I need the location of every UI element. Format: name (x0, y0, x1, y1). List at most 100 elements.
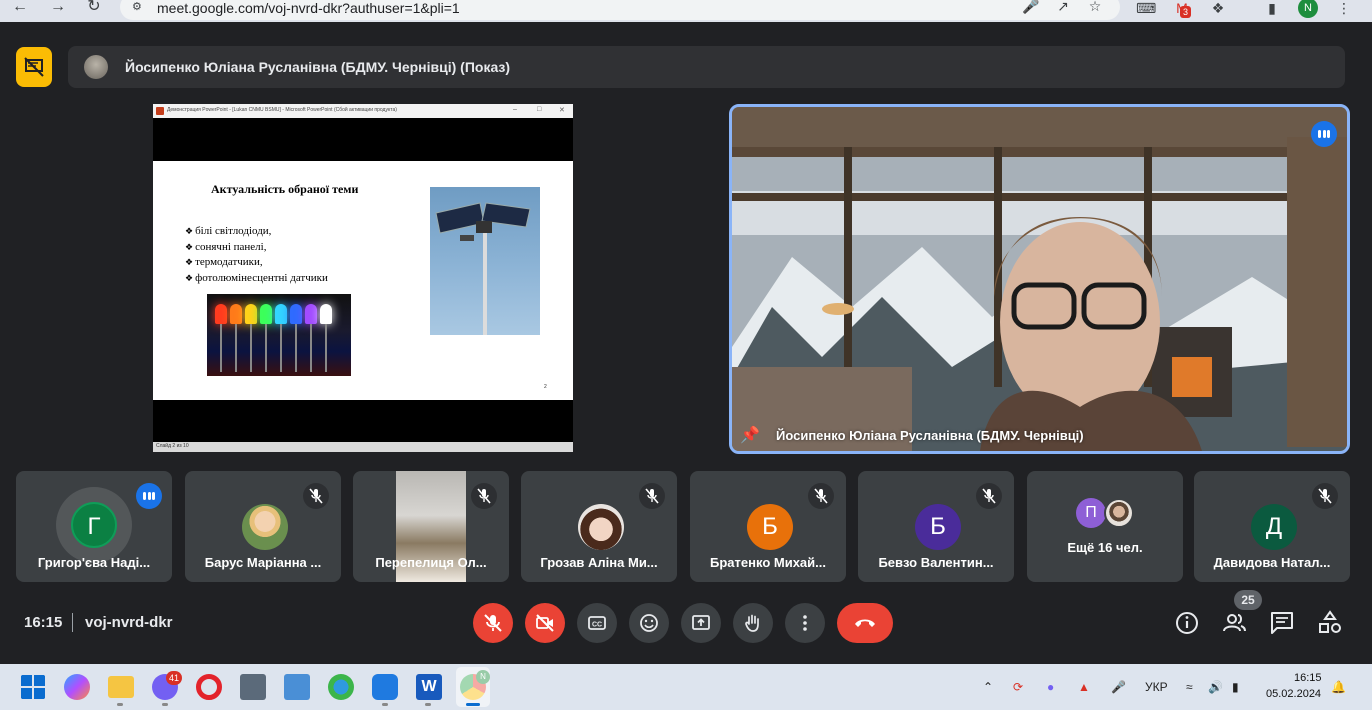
input-language[interactable]: УКР (1145, 680, 1168, 694)
mic-off-icon (982, 488, 996, 504)
meeting-info-icon[interactable] (1174, 610, 1200, 636)
camera-off-icon (536, 614, 554, 632)
calculator-icon[interactable] (240, 674, 266, 700)
participant-avatar: Д (1251, 504, 1297, 550)
back-icon[interactable]: ← (8, 0, 32, 18)
system-time[interactable]: 16:15 (1294, 672, 1322, 684)
opera-icon[interactable] (196, 674, 222, 700)
participant-avatar (578, 504, 624, 550)
participant-name: Грозав Аліна Ми... (540, 555, 658, 570)
sync-icon[interactable]: ⟳ (1013, 680, 1023, 694)
slide-heading: Актуальність обраної теми (211, 182, 359, 196)
participant-tile[interactable]: Г Григор'єва Наді... (16, 471, 172, 582)
address-bar[interactable]: ⚙ meet.google.com/voj-nvrd-dkr?authuser=… (120, 0, 1120, 20)
participant-tile[interactable]: Грозав Аліна Ми... (521, 471, 677, 582)
battery-icon[interactable]: ▮ (1232, 680, 1239, 694)
captions-button[interactable]: CC (577, 603, 617, 643)
present-screen-button[interactable] (681, 603, 721, 643)
mic-off-indicator (303, 483, 329, 509)
running-indicator (162, 703, 168, 706)
participant-tile[interactable]: Перепелиця Ол... (353, 471, 509, 582)
mic-off-icon (1318, 488, 1332, 504)
running-indicator (382, 703, 388, 706)
microphone-toggle-button[interactable] (473, 603, 513, 643)
active-app-highlight (456, 667, 490, 707)
profile-avatar[interactable]: N (1298, 0, 1318, 18)
gmail-badge: 3 (1180, 6, 1192, 18)
more-options-button[interactable] (785, 603, 825, 643)
reload-icon[interactable]: ↻ (82, 0, 106, 18)
speaking-indicator (136, 483, 162, 509)
pointer-app-icon[interactable] (372, 674, 398, 700)
mic-off-icon (477, 488, 491, 504)
mic-off-indicator (808, 483, 834, 509)
svg-text:CC: CC (592, 622, 602, 629)
open-external-icon[interactable]: ↗ (1054, 0, 1072, 16)
control-panel-icon[interactable] (284, 674, 310, 700)
slide-number: 2 (544, 384, 547, 390)
translate-icon[interactable]: ⌨ (1136, 0, 1156, 18)
forward-icon[interactable]: → (46, 0, 70, 18)
running-indicator (466, 703, 480, 706)
file-explorer-icon[interactable] (108, 676, 134, 698)
participant-avatar: Б (915, 504, 961, 550)
participant-tile[interactable]: Б Бевзо Валентин... (858, 471, 1014, 582)
extensions-icon[interactable]: ❖ (1208, 0, 1228, 18)
participant-name: Григор'єва Наді... (37, 555, 151, 570)
slide-content: Актуальність обраної теми білі світлодіо… (153, 161, 573, 400)
speaker-video (732, 107, 1347, 451)
chat-icon[interactable] (1269, 610, 1295, 636)
running-indicator (117, 703, 123, 706)
bullet-item: сонячні панелі, (185, 240, 328, 256)
speaker-video-tile[interactable]: 📌 Йосипенко Юліана Русланівна (БДМУ. Чер… (729, 104, 1350, 454)
raise-hand-button[interactable] (733, 603, 773, 643)
system-date[interactable]: 05.02.2024 (1266, 688, 1321, 700)
powerpoint-titlebar: Демонстрация PowerPoint - [Lukan CNMU BS… (153, 104, 573, 118)
powerpoint-statusbar: Слайд 2 из 10 (153, 442, 573, 452)
sidebar-icon[interactable]: ▮ (1262, 0, 1282, 18)
slide-bullets: білі світлодіоди, сонячні панелі, термод… (185, 224, 328, 286)
viber-tray-icon[interactable]: ● (1047, 680, 1054, 694)
participant-avatar (242, 504, 288, 550)
browser-globe-icon[interactable] (328, 674, 354, 700)
mic-off-icon (645, 488, 659, 504)
slide-status: Слайд 2 из 10 (156, 443, 189, 449)
microphone-icon[interactable]: 🎤 (1022, 0, 1040, 16)
leave-call-button[interactable] (837, 603, 893, 643)
meeting-time: 16:15 (24, 614, 63, 631)
microphone-tray-icon[interactable]: 🎤 (1111, 680, 1126, 694)
emoji-icon (640, 614, 658, 632)
participant-tile[interactable]: Д Давидова Натал... (1194, 471, 1350, 582)
activities-icon[interactable] (1317, 610, 1343, 636)
acrobat-tray-icon[interactable]: ▲ (1078, 680, 1090, 694)
menu-icon[interactable]: ⋮ (1334, 0, 1354, 18)
tray-expand-icon[interactable]: ⌃ (983, 680, 993, 694)
notification-bell-icon[interactable]: 🔔 (1331, 680, 1346, 694)
people-icon[interactable] (1221, 610, 1247, 636)
pin-icon[interactable]: 📌 (740, 425, 760, 445)
hang-up-icon (855, 619, 875, 627)
site-info-icon[interactable]: ⚙ (132, 0, 146, 14)
url-text[interactable]: meet.google.com/voj-nvrd-dkr?authuser=1&… (157, 0, 460, 16)
windows-start-icon[interactable] (20, 674, 46, 700)
camera-toggle-button[interactable] (525, 603, 565, 643)
browser-toolbar: ← → ↻ ⚙ meet.google.com/voj-nvrd-dkr?aut… (0, 0, 1372, 22)
more-participants-tile[interactable]: П Ещё 16 чел. (1027, 471, 1183, 582)
participant-tile[interactable]: Б Братенко Михай... (690, 471, 846, 582)
mic-off-icon (484, 614, 502, 632)
reactions-button[interactable] (629, 603, 669, 643)
presentation-icon-button[interactable] (16, 47, 52, 87)
participant-avatar: П (1076, 498, 1106, 528)
wifi-icon[interactable]: ≈ (1186, 680, 1193, 694)
window-title: Демонстрация PowerPoint - [Lukan CNMU BS… (167, 107, 397, 113)
copilot-icon[interactable] (64, 674, 90, 700)
volume-icon[interactable]: 🔊 (1208, 680, 1223, 694)
participant-name: Бевзо Валентин... (878, 555, 994, 570)
bookmark-star-icon[interactable]: ☆ (1086, 0, 1104, 16)
speaking-indicator (1311, 121, 1337, 147)
participant-tile[interactable]: Барус Маріанна ... (185, 471, 341, 582)
bullet-item: термодатчики, (185, 255, 328, 271)
closed-captions-icon: CC (588, 616, 606, 630)
word-icon[interactable]: W (416, 674, 442, 700)
presenter-avatar (84, 55, 108, 79)
